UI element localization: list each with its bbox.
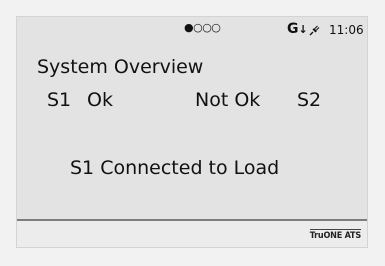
down-arrow-icon: ↓ [298, 23, 308, 36]
display-screen: ●○○○ G↓ 11:06 System Overview S1 Ok Not … [16, 16, 368, 248]
plug-icon [309, 25, 320, 36]
source2-label: S2 [297, 89, 322, 111]
source1-label: S1 [47, 89, 72, 111]
source2-status: Not Ok [195, 89, 261, 111]
brand-logo: TruONE ATS [309, 229, 361, 241]
status-bar: ●○○○ G↓ 11:06 [17, 17, 367, 43]
clock-time: 11:06 [329, 23, 364, 37]
page-indicator: ●○○○ [184, 21, 221, 34]
generator-glyph: G [287, 21, 299, 37]
source1-status: Ok [87, 89, 113, 111]
source-status-row: S1 Ok Not Ok S2 [17, 89, 367, 117]
generator-icon: G↓ [287, 21, 308, 37]
page-title: System Overview [37, 56, 204, 78]
connection-message: S1 Connected to Load [70, 157, 280, 179]
device-frame: ●○○○ G↓ 11:06 System Overview S1 Ok Not … [0, 0, 385, 266]
